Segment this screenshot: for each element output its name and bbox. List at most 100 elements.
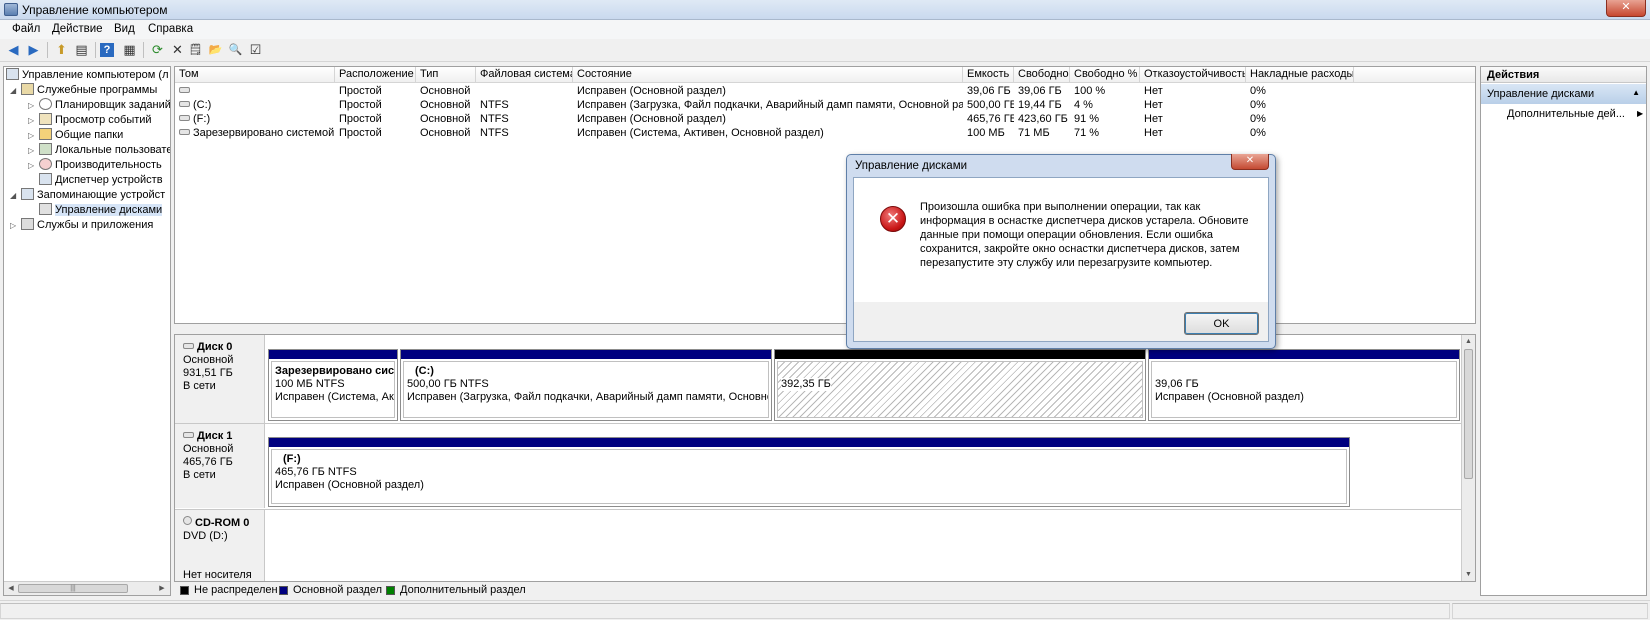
partition-unallocated[interactable]: 392,35 ГБ — [774, 349, 1146, 421]
check-settings-icon[interactable]: ☑ — [246, 41, 265, 59]
table-row[interactable]: Простой Основной Исправен (Основной разд… — [175, 84, 1475, 98]
expand-arrow-icon[interactable]: ▷ — [10, 221, 21, 230]
scroll-left-icon[interactable]: ◀ — [5, 583, 17, 594]
hard-disk-icon — [183, 343, 194, 349]
delete-icon[interactable]: ✕ — [168, 41, 187, 59]
menu-bar: Файл Действие Вид Справка — [0, 20, 1650, 39]
cdrom-0-status: Нет носителя — [183, 569, 252, 581]
tree-item-shared-folders[interactable]: ▷ Общие папки — [28, 128, 123, 143]
actions-pane: Действия Управление дисками ▲ Дополнител… — [1480, 66, 1647, 596]
menu-action[interactable]: Действие — [52, 23, 103, 35]
disk-separator — [175, 509, 1475, 510]
expand-arrow-icon[interactable]: ▷ — [28, 161, 39, 170]
volume-icon — [179, 101, 190, 107]
storage-icon — [21, 188, 34, 200]
expand-arrow-icon[interactable]: ▷ — [28, 146, 39, 155]
disk-map-vertical-scrollbar[interactable]: ▲ ▼ — [1461, 335, 1475, 581]
cell-overhead: 0% — [1250, 99, 1266, 111]
tree-item-label: Управление компьютером (л — [22, 69, 169, 81]
tree-item-local-users[interactable]: ▷ Локальные пользовате — [28, 143, 170, 158]
refresh-icon[interactable]: ⟳ — [148, 41, 167, 59]
show-hide-tree-icon[interactable]: ▤ — [72, 41, 91, 59]
ok-button[interactable]: OK — [1184, 312, 1259, 335]
expand-arrow-icon[interactable]: ▷ — [28, 116, 39, 125]
window-close-button[interactable]: ✕ — [1606, 0, 1646, 17]
column-header-filesystem[interactable]: Файловая система — [476, 67, 573, 83]
back-arrow-icon[interactable]: ◀ — [4, 41, 23, 59]
column-header-status[interactable]: Состояние — [573, 67, 963, 83]
dialog-close-button[interactable]: ✕ — [1231, 154, 1269, 170]
forward-arrow-icon[interactable]: ▶ — [24, 41, 43, 59]
open-folder-icon[interactable]: 📂 — [206, 41, 225, 59]
partition-c[interactable]: (C:) 500,00 ГБ NTFS Исправен (Загрузка, … — [400, 349, 772, 421]
actions-item-more-actions[interactable]: Дополнительные дей... ▶ — [1507, 108, 1643, 120]
tree-item-computer-management[interactable]: Управление компьютером (л — [6, 68, 169, 83]
volume-icon — [179, 129, 190, 135]
disk-0-size: 931,51 ГБ — [183, 367, 233, 379]
tree-item-services-apps[interactable]: ▷ Службы и приложения — [10, 218, 153, 233]
tree-item-storage[interactable]: ◢ Запоминающие устройст — [10, 188, 165, 203]
menu-help[interactable]: Справка — [148, 23, 193, 35]
column-header-type[interactable]: Тип — [416, 67, 476, 83]
table-row[interactable]: (C:) Простой Основной NTFS Исправен (Заг… — [175, 98, 1475, 112]
column-header-layout[interactable]: Расположение — [335, 67, 416, 83]
expand-arrow-icon[interactable]: ◢ — [10, 191, 21, 200]
cell-fault-tolerance: Нет — [1144, 113, 1163, 125]
column-header-overhead[interactable]: Накладные расходы — [1246, 67, 1354, 83]
disk-1-label[interactable]: Диск 1 Основной 465,76 ГБ В сети — [175, 424, 265, 508]
tree-item-disk-management[interactable]: Управление дисками — [39, 203, 163, 218]
console-tree: Управление компьютером (л ◢ Служебные про… — [3, 66, 171, 596]
column-header-capacity[interactable]: Емкость — [963, 67, 1014, 83]
scroll-thumb[interactable]: ||| — [18, 584, 128, 593]
cell-filesystem: NTFS — [480, 127, 509, 139]
tree-item-event-viewer[interactable]: ▷ Просмотр событий — [28, 113, 152, 128]
menu-view[interactable]: Вид — [114, 23, 135, 35]
cell-free: 71 МБ — [1018, 127, 1050, 139]
partition-size: 465,76 ГБ NTFS — [275, 466, 357, 478]
properties-icon[interactable]: ▦ — [120, 41, 139, 59]
expand-arrow-icon[interactable]: ▷ — [28, 131, 39, 140]
toolbar-separator — [47, 42, 48, 58]
cell-status: Исправен (Система, Активен, Основной раз… — [577, 127, 824, 139]
partition-system-reserved[interactable]: Зарезервировано систе 100 МБ NTFS Исправ… — [268, 349, 398, 421]
cell-filesystem — [476, 84, 573, 98]
scroll-right-icon[interactable]: ▶ — [156, 583, 168, 594]
partition-unlabeled[interactable]: 39,06 ГБ Исправен (Основной раздел) — [1148, 349, 1460, 421]
column-header-free-percent[interactable]: Свободно % — [1070, 67, 1140, 83]
partition-size: 39,06 ГБ — [1155, 378, 1199, 390]
volume-list: Том Расположение Тип Файловая система Со… — [174, 66, 1476, 324]
disk-0-label[interactable]: Диск 0 Основной 931,51 ГБ В сети — [175, 335, 265, 423]
table-row[interactable]: (F:) Простой Основной NTFS Исправен (Осн… — [175, 112, 1475, 126]
search-icon[interactable]: 🔍 — [226, 41, 245, 59]
disk-0-name: Диск 0 — [183, 341, 264, 354]
cdrom-0-name: CD-ROM 0 — [183, 516, 264, 530]
toolbar: ◀ ▶ ⬆ ▤ ? ▦ ⟳ ✕ 🗒 📂 🔍 ☑ — [0, 39, 1650, 62]
tree-item-label: Общие папки — [55, 129, 124, 141]
tree-item-device-manager[interactable]: Диспетчер устройств — [39, 173, 163, 188]
tree-horizontal-scrollbar[interactable]: ◀ ||| ▶ — [4, 581, 170, 595]
expand-arrow-icon[interactable]: ◢ — [10, 86, 21, 95]
actions-section-disk-management[interactable]: Управление дисками ▲ — [1481, 84, 1646, 104]
help-icon[interactable]: ? — [100, 43, 114, 57]
menu-file[interactable]: Файл — [12, 23, 40, 35]
column-header-volume[interactable]: Том — [175, 67, 335, 83]
expand-arrow-icon[interactable]: ▷ — [28, 101, 39, 110]
properties-sheet-icon[interactable]: 🗒 — [186, 41, 205, 59]
scroll-down-icon[interactable]: ▼ — [1462, 568, 1475, 581]
cdrom-0-label[interactable]: CD-ROM 0 DVD (D:) Нет носителя — [175, 510, 265, 581]
cdrom-0-type: DVD (D:) — [183, 530, 228, 542]
tree-item-system-tools[interactable]: ◢ Служебные программы — [10, 83, 157, 98]
tree-item-label: Служебные программы — [37, 84, 158, 96]
tree-item-task-scheduler[interactable]: ▷ Планировщик заданий — [28, 98, 170, 113]
table-row[interactable]: Зарезервировано системой Простой Основно… — [175, 126, 1475, 140]
scroll-thumb[interactable] — [1464, 349, 1473, 479]
column-header-fault-tolerance[interactable]: Отказоустойчивость — [1140, 67, 1246, 83]
legend-swatch-unallocated — [180, 586, 189, 595]
partition-f[interactable]: (F:) 465,76 ГБ NTFS Исправен (Основной р… — [268, 437, 1350, 507]
cell-status: Исправен (Основной раздел) — [577, 113, 726, 125]
column-header-free[interactable]: Свободно — [1014, 67, 1070, 83]
collapse-arrow-icon[interactable]: ▲ — [1632, 88, 1640, 97]
scroll-up-icon[interactable]: ▲ — [1462, 335, 1475, 348]
up-folder-icon[interactable]: ⬆ — [52, 41, 71, 59]
tree-item-performance[interactable]: ▷ Производительность — [28, 158, 162, 173]
